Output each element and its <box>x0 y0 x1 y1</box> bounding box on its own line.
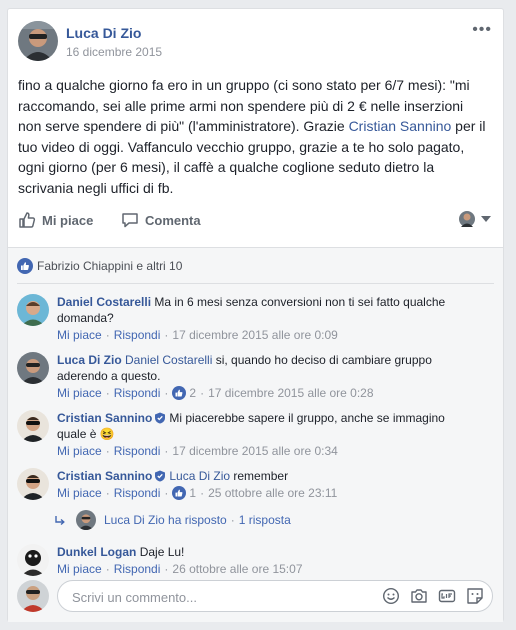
comment-like-link[interactable]: Mi piace <box>57 486 102 500</box>
comment-text: Daje Lu! <box>139 545 185 559</box>
like-badge-icon <box>172 486 187 500</box>
separator-dot: · <box>105 486 110 500</box>
comment-timestamp[interactable]: 17 dicembre 2015 alle ore 0:09 <box>172 328 337 342</box>
avatar[interactable] <box>17 294 49 326</box>
comment-button[interactable]: Comenta <box>121 211 201 229</box>
separator-dot: · <box>105 562 110 576</box>
comment-reply-link[interactable]: Rispondi <box>114 328 161 342</box>
post-card: Luca Di Zio 16 dicembre 2015 ••• fino a … <box>7 8 504 622</box>
comment-meta: Mi piace · Rispondi · 2 · 17 dicembre 2015 al… <box>57 386 374 400</box>
comment-author[interactable]: Luca Di Zio <box>57 353 122 367</box>
reply-count[interactable]: 1 risposta <box>239 513 291 527</box>
post-header: Luca Di Zio 16 dicembre 2015 ••• <box>18 21 491 63</box>
like-badge-icon <box>172 386 187 400</box>
separator-dot: · <box>200 386 205 400</box>
current-user-avatar <box>17 580 49 612</box>
post-actions: Mi piace Comenta <box>18 205 495 241</box>
like-badge-icon <box>17 258 33 274</box>
post-date[interactable]: 16 dicembre 2015 <box>66 45 162 59</box>
comment-reply-link[interactable]: Rispondi <box>114 486 161 500</box>
chevron-down-icon <box>481 216 491 222</box>
comment-like-link[interactable]: Mi piace <box>57 444 102 458</box>
comment-body: Daniel Costarelli Ma in 6 mesi senza con… <box>57 294 477 326</box>
comment-like-link[interactable]: Mi piace <box>57 562 102 576</box>
comment-author[interactable]: Daniel Costarelli <box>57 295 151 309</box>
sticker-icon[interactable] <box>466 587 484 610</box>
comment-body: Cristian Sannino Luca Di Zio remember <box>57 468 477 484</box>
comment-body: Cristian Sannino Mi piacerebbe sapere il … <box>57 410 477 442</box>
separator-dot: · <box>105 444 110 458</box>
comment-like-link[interactable]: Mi piace <box>57 386 102 400</box>
comment-mention[interactable]: Luca Di Zio <box>169 469 230 483</box>
separator-dot: · <box>164 562 169 576</box>
comment-author[interactable]: Cristian Sannino <box>57 469 152 483</box>
avatar <box>76 510 96 530</box>
author-avatar[interactable] <box>18 21 58 61</box>
comment-meta: Mi piace · Rispondi · 17 dicembre 2015 alle … <box>57 328 338 342</box>
verified-icon <box>155 470 166 482</box>
comment-meta: Mi piace · Rispondi · 26 ottobre alle ore 15… <box>57 562 303 576</box>
divider <box>17 283 494 284</box>
separator-dot: · <box>164 328 169 342</box>
comment-meta: Mi piace · Rispondi · 1 · 25 ottobre alle ore… <box>57 486 337 500</box>
comment-timestamp[interactable]: 17 dicembre 2015 alle ore 0:34 <box>172 444 337 458</box>
comment-reply-link[interactable]: Rispondi <box>114 386 161 400</box>
comment-meta: Mi piace · Rispondi · 17 dicembre 2015 alle … <box>57 444 338 458</box>
comment-icon <box>122 213 138 228</box>
post-author-name[interactable]: Luca Di Zio <box>66 25 141 41</box>
reply-arrow-icon <box>55 516 65 526</box>
comment-body: Dunkel Logan Daje Lu! <box>57 544 477 560</box>
comments-section: Fabrizio Chiappini e altri 10 Daniel Cos… <box>8 247 503 622</box>
comment-button-label: Comenta <box>145 212 201 228</box>
comment-text: remember <box>230 469 289 483</box>
more-icon[interactable]: ••• <box>472 21 492 39</box>
avatar[interactable] <box>17 410 49 442</box>
separator-dot: · <box>164 486 169 500</box>
comment-reply-link[interactable]: Rispondi <box>114 444 161 458</box>
avatar[interactable] <box>17 544 49 576</box>
separator-dot: · <box>105 386 110 400</box>
avatar[interactable] <box>17 352 49 384</box>
comment-mention[interactable]: Daniel Costarelli <box>125 353 212 367</box>
comment-timestamp[interactable]: 17 dicembre 2015 alle ore 0:28 <box>208 386 373 400</box>
likes-summary-text: Fabrizio Chiappini e altri 10 <box>37 259 183 273</box>
separator-dot: · <box>164 444 169 458</box>
post-mention[interactable]: Cristian Sannino <box>349 118 452 134</box>
comment-input[interactable] <box>70 587 374 607</box>
comment-body: Luca Di Zio Daniel Costarelli si, quando… <box>57 352 477 384</box>
separator-dot: · <box>164 386 169 400</box>
like-button[interactable]: Mi piace <box>18 211 93 229</box>
reply-summary-text[interactable]: Luca Di Zio ha risposto <box>104 513 227 527</box>
view-replies-link[interactable]: Luca Di Zio ha risposto · 1 risposta <box>54 510 291 530</box>
emoji-icon[interactable] <box>382 587 400 610</box>
avatar[interactable] <box>17 468 49 500</box>
post-text: fino a qualche giorno fa ero in un grupp… <box>18 75 488 198</box>
likes-summary[interactable]: Fabrizio Chiappini e altri 10 <box>17 258 182 274</box>
comment-like-link[interactable]: Mi piace <box>57 328 102 342</box>
reaction-count[interactable]: 1 <box>189 486 196 500</box>
like-button-label: Mi piace <box>42 212 94 228</box>
verified-icon <box>155 412 166 424</box>
user-avatar-icon <box>459 211 475 227</box>
separator-dot: · <box>105 328 110 342</box>
comment-composer <box>17 580 495 614</box>
gif-icon[interactable] <box>438 587 456 610</box>
thumbs-up-icon <box>19 212 36 228</box>
comment-author[interactable]: Dunkel Logan <box>57 545 136 559</box>
comment-timestamp[interactable]: 26 ottobre alle ore 15:07 <box>172 562 302 576</box>
comment-input-wrapper <box>57 580 493 612</box>
comment-timestamp[interactable]: 25 ottobre alle ore 23:11 <box>208 486 337 500</box>
comment-reply-link[interactable]: Rispondi <box>114 562 161 576</box>
reaction-count[interactable]: 2 <box>189 386 196 400</box>
camera-icon[interactable] <box>410 587 428 610</box>
separator-dot: · <box>200 486 205 500</box>
composer-icons <box>372 587 484 610</box>
emoji: 😆 <box>99 427 115 441</box>
comment-author[interactable]: Cristian Sannino <box>57 411 152 425</box>
separator-dot: · <box>230 513 235 527</box>
post-as-selector[interactable] <box>459 211 491 227</box>
